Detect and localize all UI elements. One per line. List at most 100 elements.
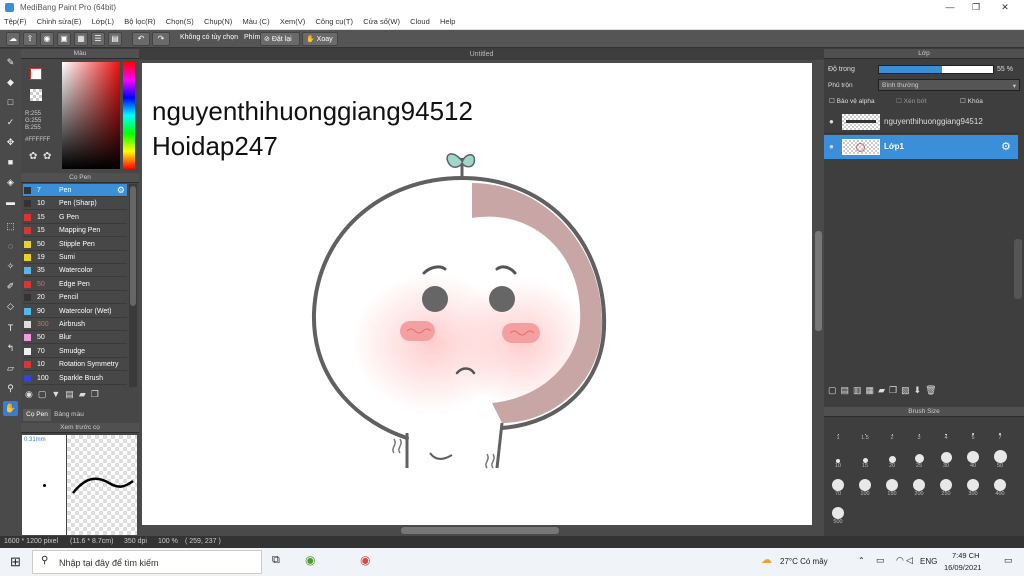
rectangle-tool-icon[interactable]: □ [3, 95, 18, 110]
trash-icon[interactable]: 🗑 [925, 385, 940, 395]
brush-item[interactable]: 19 Sumi [23, 251, 127, 264]
eye-icon[interactable]: ● [829, 117, 834, 126]
weather-text[interactable]: 27°C Có mây [780, 557, 828, 566]
duplicate-icon[interactable]: ❐ [889, 385, 901, 395]
divide-tool-icon[interactable]: ▱ [3, 361, 18, 376]
clipping-checkbox[interactable]: ☐ Xén bớt [896, 97, 927, 105]
brush-item[interactable]: 50 Blur [23, 331, 127, 345]
cloud-icon[interactable]: ☁ [6, 32, 20, 46]
menu-capture[interactable]: Chụp(N) [200, 15, 236, 28]
brush-size-option[interactable]: 300 [961, 477, 985, 501]
brush-item[interactable]: 10 Rotation Symmetry [23, 358, 127, 372]
brush-item[interactable]: 50 Stipple Pen [23, 238, 127, 251]
taskbar-search-box[interactable]: ⚲ Nhập tại đây để tìm kiếm [32, 550, 262, 574]
brush-size-option[interactable]: 50 [988, 449, 1012, 473]
opacity-slider[interactable] [878, 65, 994, 74]
frame-icon[interactable]: ▤ [108, 32, 122, 46]
tab-brush[interactable]: Cọ Pen [23, 409, 51, 421]
app-taskbar-icon[interactable]: ◉ [305, 553, 315, 567]
brush-size-option[interactable]: 500 [826, 505, 850, 529]
comment-icon[interactable]: ◉ [40, 32, 54, 46]
canvas-tab[interactable]: Untitled [139, 49, 824, 60]
menu-color[interactable]: Màu (C) [239, 15, 274, 28]
brush-size-option[interactable]: 1.5 [853, 421, 877, 445]
menu-tools[interactable]: Công cụ(T) [312, 15, 358, 28]
text-tool-icon[interactable]: T [3, 321, 18, 336]
brush-item[interactable]: 70 Smudge [23, 345, 127, 358]
brush-size-option[interactable]: 70 [826, 477, 850, 501]
h-scroll-thumb[interactable] [401, 527, 559, 534]
brush-item[interactable]: 35 Watercolor [23, 264, 127, 278]
move-tool-icon[interactable]: ✥ [3, 135, 18, 150]
menu-file[interactable]: Tệp(F) [0, 15, 31, 28]
list-icon[interactable]: ☰ [91, 32, 105, 46]
brush-item[interactable]: 100 Sparkle Brush [23, 372, 127, 385]
brush-item[interactable]: 90 Watercolor (Wet) [23, 305, 127, 318]
brush-size-option[interactable]: 150 [880, 477, 904, 501]
brush-item[interactable]: 15 Mapping Pen [23, 224, 127, 238]
brush-size-option[interactable]: 7 [988, 421, 1012, 445]
brush-item[interactable]: 50 Edge Pen [23, 278, 127, 291]
bucket-tool-icon[interactable]: ◈ [3, 175, 18, 190]
rotate-button[interactable]: ✋ Xoay [302, 32, 338, 46]
notification-icon[interactable]: ▭ [1004, 555, 1013, 566]
task-view-icon[interactable]: ⧉ [272, 554, 280, 567]
vertical-scrollbar[interactable] [813, 63, 823, 525]
brush-item[interactable]: 300 Airbrush [23, 318, 127, 331]
fill-rect-tool-icon[interactable]: ■ [3, 155, 18, 170]
brush-size-option[interactable]: 30 [934, 449, 958, 473]
eraser-tool-icon[interactable]: ◆ [3, 75, 18, 90]
menu-select[interactable]: Chọn(S) [162, 15, 198, 28]
brush-size-option[interactable]: 400 [988, 477, 1012, 501]
foreground-swatch[interactable] [30, 68, 42, 80]
horizontal-scrollbar[interactable] [139, 525, 812, 535]
volume-icon[interactable]: ◁ [906, 555, 913, 566]
brush-size-option[interactable]: 5 [961, 421, 985, 445]
move-down-icon[interactable]: ⬇ [914, 385, 926, 395]
color-gradient-field[interactable] [62, 62, 120, 169]
layer-row-selected[interactable]: ● Lớp1 ⚙ [824, 135, 1018, 159]
menu-cloud[interactable]: Cloud [406, 15, 434, 28]
close-button[interactable]: ✕ [995, 1, 1015, 14]
magic-wand-tool-icon[interactable]: ✧ [3, 259, 18, 274]
clock-date[interactable]: 16/09/2021 [944, 563, 982, 572]
redo-icon[interactable]: ↷ [152, 32, 170, 46]
palette-add-icon[interactable]: ✿ [43, 151, 51, 162]
operation-tool-icon[interactable]: ↰ [3, 341, 18, 356]
brush-item[interactable]: 15 G Pen [23, 211, 127, 224]
drawing-canvas[interactable]: nguyenthihuonggiang94512 Hoidap247 [142, 63, 812, 525]
v-scroll-thumb[interactable] [815, 231, 822, 331]
new-8bit-layer-icon[interactable]: ▥ [853, 385, 866, 395]
merge-icon[interactable]: ▧ [901, 385, 914, 395]
new-halftone-layer-icon[interactable]: ▤ [841, 385, 854, 395]
brush-file-icon[interactable]: ▤ [65, 389, 79, 399]
menu-filter[interactable]: Bộ lọc(R) [120, 15, 159, 28]
undo-icon[interactable]: ↶ [132, 32, 150, 46]
layer-scrollbar[interactable] [1014, 239, 1022, 299]
menu-layer[interactable]: Lớp(L) [88, 15, 118, 28]
blend-select[interactable]: Bình thường ▾ [878, 79, 1020, 91]
wifi-icon[interactable]: ◠ [896, 555, 904, 566]
grid-icon[interactable]: ▦ [74, 32, 88, 46]
brush-new-icon[interactable]: ▢ [38, 389, 52, 399]
hue-slider[interactable] [123, 62, 135, 169]
menu-edit[interactable]: Chỉnh sửa(E) [33, 15, 86, 28]
brush-item[interactable]: 10 Pen (Sharp) [23, 197, 127, 211]
brush-size-option[interactable]: 3 [907, 421, 931, 445]
new-1bit-layer-icon[interactable]: ▦ [866, 385, 879, 395]
hand-tool-icon[interactable]: ✋ [3, 401, 18, 416]
brush-size-option[interactable]: 10 [826, 449, 850, 473]
gear-icon[interactable]: ⚙ [1001, 140, 1011, 153]
save-icon[interactable]: ▣ [57, 32, 71, 46]
brush-size-option[interactable]: 4 [934, 421, 958, 445]
gear-icon[interactable]: ⚙ [117, 184, 125, 197]
lasso-tool-icon[interactable]: ◌ [3, 239, 18, 254]
brush-copy-icon[interactable]: ❐ [91, 389, 104, 399]
share-icon[interactable]: ⇪ [23, 32, 37, 46]
brush-size-option[interactable]: 20 [880, 449, 904, 473]
select-pen-tool-icon[interactable]: ✐ [3, 279, 18, 294]
select-eraser-tool-icon[interactable]: ◇ [3, 299, 18, 314]
brush-scrollbar[interactable] [129, 184, 137, 387]
language-indicator[interactable]: ENG [920, 557, 937, 566]
brush-size-option[interactable]: 2 [880, 421, 904, 445]
